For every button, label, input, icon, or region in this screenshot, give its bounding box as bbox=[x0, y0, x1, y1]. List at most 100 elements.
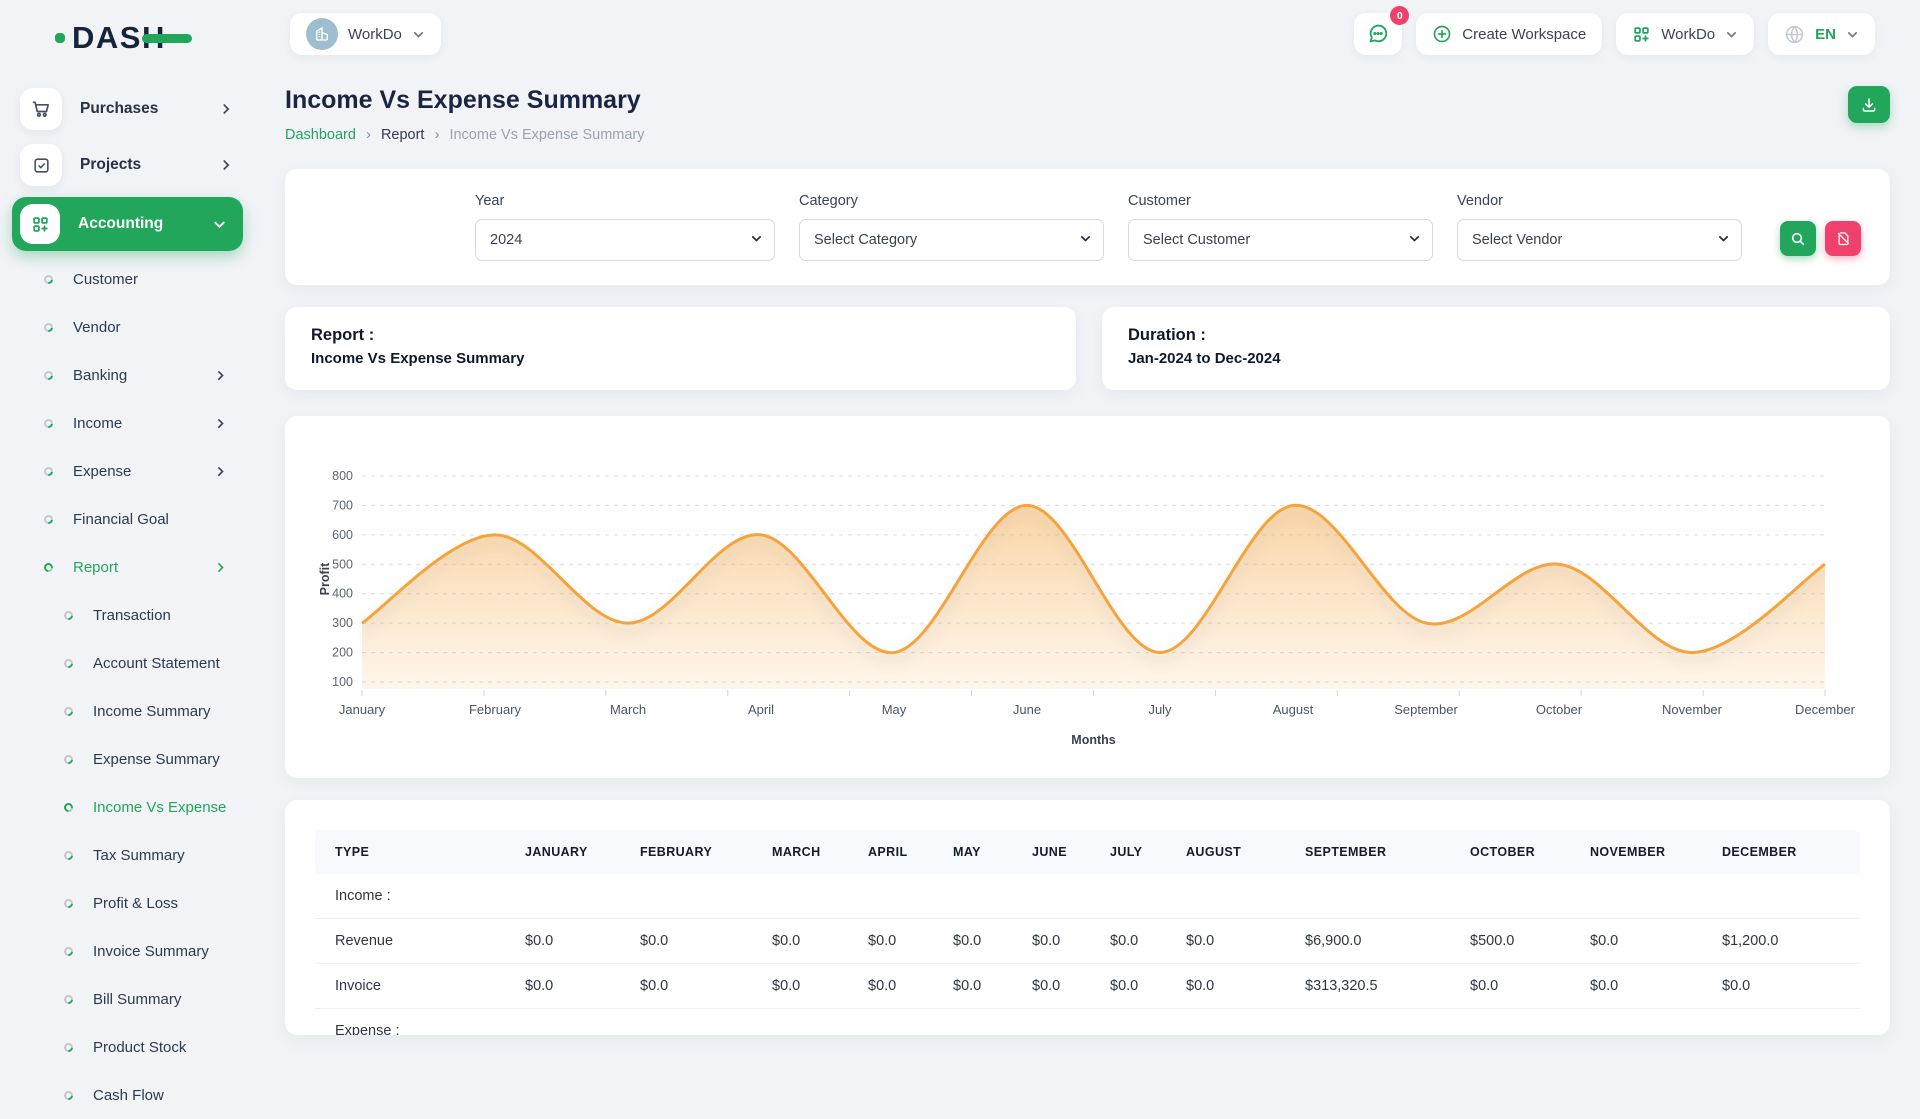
category-filter-label: Category bbox=[799, 193, 1104, 209]
workdo-menu-label: WorkDo bbox=[1661, 26, 1715, 43]
sidebar-item-label: Financial Goal bbox=[73, 511, 227, 528]
cell-value: $0.0 bbox=[1100, 919, 1176, 964]
sidebar-item-purchases[interactable]: Purchases bbox=[0, 81, 255, 137]
cell-value: $0.0 bbox=[762, 964, 858, 1009]
sidebar-item-profit-loss[interactable]: Profit & Loss bbox=[0, 879, 255, 927]
cell-value: $0.0 bbox=[762, 919, 858, 964]
svg-text:100: 100 bbox=[332, 675, 353, 689]
messages-button[interactable]: 0 bbox=[1354, 13, 1402, 55]
income-expense-table-card: TYPEJANUARYFEBRUARYMARCHAPRILMAYJUNEJULY… bbox=[285, 800, 1890, 1035]
sidebar: DASH Purchases Projects Account bbox=[0, 0, 255, 1080]
sidebar-item-financial-goal[interactable]: Financial Goal bbox=[0, 495, 255, 543]
sidebar-item-label: Income Summary bbox=[93, 703, 227, 720]
sidebar-item-account-statement[interactable]: Account Statement bbox=[0, 639, 255, 687]
language-selector[interactable]: EN bbox=[1768, 13, 1875, 55]
sidebar-item-label: Cash Flow bbox=[93, 1087, 227, 1104]
column-header: FEBRUARY bbox=[630, 830, 762, 874]
bullet-circle-icon bbox=[62, 801, 75, 814]
breadcrumb: Dashboard › Report › Income Vs Expense S… bbox=[285, 126, 645, 143]
file-off-icon bbox=[1836, 231, 1851, 246]
table-group-row: Income : bbox=[315, 874, 1860, 919]
table-header-row: TYPEJANUARYFEBRUARYMARCHAPRILMAYJUNEJULY… bbox=[315, 830, 1860, 874]
bullet-circle-icon bbox=[62, 1089, 75, 1102]
sidebar-item-banking[interactable]: Banking bbox=[0, 351, 255, 399]
report-summary-card: Report : Income Vs Expense Summary bbox=[285, 307, 1076, 390]
profit-area-chart-svg: 100200300400500600700800JanuaryFebruaryM… bbox=[315, 434, 1860, 759]
sidebar-item-product-stock[interactable]: Product Stock bbox=[0, 1023, 255, 1071]
cell-value: $313,320.5 bbox=[1295, 964, 1460, 1009]
cell-value: $0.0 bbox=[515, 964, 630, 1009]
svg-text:January: January bbox=[339, 702, 386, 717]
sidebar-item-tax-summary[interactable]: Tax Summary bbox=[0, 831, 255, 879]
create-workspace-button[interactable]: Create Workspace bbox=[1416, 13, 1602, 55]
svg-text:200: 200 bbox=[332, 646, 353, 660]
profit-area-chart: 100200300400500600700800JanuaryFebruaryM… bbox=[315, 434, 1860, 764]
cell-value: $0.0 bbox=[858, 919, 943, 964]
svg-text:April: April bbox=[748, 702, 774, 717]
workspace-selector[interactable]: WorkDo bbox=[290, 13, 441, 55]
sidebar-nav: Purchases Projects Accounting Customer Ve… bbox=[0, 81, 255, 1119]
apply-filter-button[interactable] bbox=[1780, 221, 1816, 256]
topbar: WorkDo 0 Create Workspace WorkDo EN bbox=[255, 0, 1920, 58]
cell-value: $0.0 bbox=[858, 964, 943, 1009]
cell-value: $500.0 bbox=[1460, 919, 1580, 964]
svg-text:Months: Months bbox=[1071, 733, 1115, 747]
sidebar-item-income-vs-expense[interactable]: Income Vs Expense bbox=[0, 783, 255, 831]
report-card-value: Income Vs Expense Summary bbox=[311, 350, 1050, 367]
sidebar-item-report[interactable]: Report bbox=[0, 543, 255, 591]
bullet-circle-icon bbox=[42, 513, 55, 526]
bullet-circle-icon bbox=[62, 993, 75, 1006]
sidebar-item-expense-summary[interactable]: Expense Summary bbox=[0, 735, 255, 783]
sidebar-item-bill-summary[interactable]: Bill Summary bbox=[0, 975, 255, 1023]
category-select[interactable]: Select Category bbox=[799, 219, 1104, 261]
report-card-title: Report : bbox=[311, 326, 1050, 345]
sidebar-item-projects[interactable]: Projects bbox=[0, 137, 255, 193]
sidebar-item-cash-flow[interactable]: Cash Flow bbox=[0, 1071, 255, 1119]
sidebar-item-label: Product Stock bbox=[93, 1039, 227, 1056]
svg-text:500: 500 bbox=[332, 557, 353, 571]
column-header: SEPTEMBER bbox=[1295, 830, 1460, 874]
breadcrumb-dashboard[interactable]: Dashboard bbox=[285, 127, 356, 143]
sidebar-item-label: Tax Summary bbox=[93, 847, 227, 864]
column-header: OCTOBER bbox=[1460, 830, 1580, 874]
sidebar-item-label: Customer bbox=[73, 271, 227, 288]
bullet-circle-icon bbox=[62, 1041, 75, 1054]
year-filter-label: Year bbox=[475, 193, 775, 209]
app-logo[interactable]: DASH bbox=[0, 0, 255, 53]
topbar-actions: 0 Create Workspace WorkDo EN bbox=[1354, 13, 1875, 55]
svg-text:May: May bbox=[882, 702, 907, 717]
bullet-circle-icon bbox=[42, 417, 55, 430]
sidebar-item-label: Expense Summary bbox=[93, 751, 227, 768]
accounting-submenu: Customer VendorBankingIncomeExpense Financ… bbox=[0, 255, 255, 1119]
duration-summary-card: Duration : Jan-2024 to Dec-2024 bbox=[1102, 307, 1890, 390]
svg-text:800: 800 bbox=[332, 469, 353, 483]
column-header: AUGUST bbox=[1176, 830, 1295, 874]
chevron-down-icon bbox=[1846, 28, 1859, 41]
column-header: DECEMBER bbox=[1712, 830, 1860, 874]
column-header: MAY bbox=[943, 830, 1022, 874]
breadcrumb-report[interactable]: Report bbox=[381, 127, 425, 143]
vendor-select[interactable]: Select Vendor bbox=[1457, 219, 1742, 261]
download-report-button[interactable] bbox=[1848, 86, 1890, 123]
duration-card-value: Jan-2024 to Dec-2024 bbox=[1128, 350, 1864, 367]
sidebar-item-income[interactable]: Income bbox=[0, 399, 255, 447]
sidebar-item-vendor[interactable]: Vendor bbox=[0, 303, 255, 351]
reset-filter-button[interactable] bbox=[1825, 221, 1861, 256]
year-select[interactable]: 2024 bbox=[475, 219, 775, 261]
customer-select[interactable]: Select Customer bbox=[1128, 219, 1433, 261]
sidebar-item-invoice-summary[interactable]: Invoice Summary bbox=[0, 927, 255, 975]
chevron-down-icon bbox=[412, 28, 425, 41]
cell-value: $0.0 bbox=[1100, 964, 1176, 1009]
column-header: MARCH bbox=[762, 830, 858, 874]
sidebar-item-income-summary[interactable]: Income Summary bbox=[0, 687, 255, 735]
sidebar-item-customer[interactable]: Customer bbox=[0, 255, 255, 303]
duration-card-title: Duration : bbox=[1128, 326, 1864, 345]
workdo-menu-button[interactable]: WorkDo bbox=[1616, 13, 1754, 55]
cell-value: $0.0 bbox=[943, 919, 1022, 964]
column-header: APRIL bbox=[858, 830, 943, 874]
cart-icon bbox=[20, 88, 62, 130]
sidebar-item-expense[interactable]: Expense bbox=[0, 447, 255, 495]
sidebar-item-accounting[interactable]: Accounting bbox=[12, 197, 243, 251]
page-title: Income Vs Expense Summary bbox=[285, 86, 645, 115]
sidebar-item-transaction[interactable]: Transaction bbox=[0, 591, 255, 639]
